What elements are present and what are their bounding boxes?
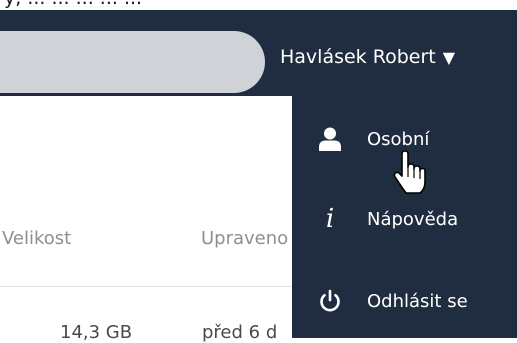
table-header-divider (0, 286, 292, 287)
column-header-size[interactable]: Velikost (2, 228, 71, 249)
cropped-caption: y, ... ... ... ... ... (0, 0, 517, 10)
top-navbar: Havlásek Robert ▼ (0, 10, 517, 96)
table-cell-size: 14,3 GB (60, 322, 133, 343)
menu-item-help[interactable]: i Nápověda (292, 193, 517, 245)
power-icon (316, 286, 344, 316)
menu-item-help-label: Nápověda (367, 208, 459, 230)
user-menu-toggle[interactable]: Havlásek Robert ▼ (280, 42, 455, 72)
column-header-modified[interactable]: Upraveno (201, 228, 288, 249)
menu-item-personal-label: Osobní (367, 128, 430, 150)
table-cell-modified: před 6 d (202, 322, 278, 343)
menu-item-logout-label: Odhlásit se (367, 290, 468, 312)
user-name: Havlásek Robert (280, 46, 436, 68)
info-icon: i (325, 204, 335, 234)
search-input[interactable] (0, 31, 265, 93)
menu-item-logout[interactable]: Odhlásit se (292, 275, 517, 327)
user-icon (316, 124, 344, 154)
caret-down-icon: ▼ (442, 47, 456, 67)
file-list-panel (0, 96, 292, 338)
hand-pointer-cursor-icon (393, 150, 429, 196)
